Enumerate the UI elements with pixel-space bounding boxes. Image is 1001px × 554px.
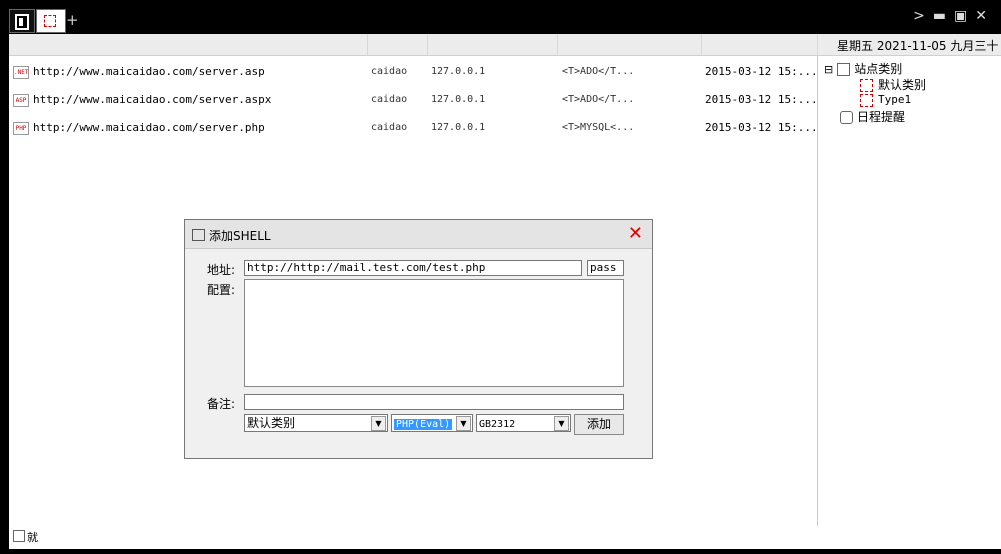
tree-label: 默认类别 xyxy=(878,78,927,92)
current-date: 星期五 2021-11-05 九月三十 xyxy=(837,39,999,53)
row-date: 2015-03-12 15:... xyxy=(705,93,818,106)
header-col-type[interactable] xyxy=(557,34,558,55)
category-select-value: 默认类别 xyxy=(247,416,296,430)
config-textarea[interactable] xyxy=(244,279,624,387)
encoding-select-value: GB2312 xyxy=(479,419,516,430)
add-shell-dialog: 添加SHELL ✕ 地址: http://http://mail.test.co… xyxy=(184,219,653,459)
file-type-icon: ASP xyxy=(13,94,29,107)
chevron-down-icon: ▼ xyxy=(371,416,386,431)
tab-home[interactable] xyxy=(9,9,35,33)
tree-node-type1[interactable]: Type1 xyxy=(860,93,911,107)
status-bar: 就 xyxy=(9,526,1001,549)
row-password: caidao xyxy=(371,94,408,105)
close-window-icon[interactable]: ✕ xyxy=(975,8,995,24)
table-row[interactable]: PHP http://www.maicaidao.com/server.php … xyxy=(9,114,818,142)
row-password: caidao xyxy=(371,122,408,133)
note-input[interactable] xyxy=(244,394,624,410)
address-label: 地址: xyxy=(207,263,236,277)
row-db-type: <T>MYSQL<... xyxy=(562,122,635,133)
category-select[interactable]: 默认类别 ▼ xyxy=(244,414,388,432)
tab-active[interactable] xyxy=(36,9,66,33)
minimize-icon[interactable]: ▬ xyxy=(933,8,954,24)
row-ip: 127.0.0.1 xyxy=(431,94,486,105)
folder-icon xyxy=(837,63,851,76)
tree-label: Type1 xyxy=(878,93,912,106)
dialog-title: 添加SHELL xyxy=(209,229,271,243)
list-header: 星期五 2021-11-05 九月三十 xyxy=(9,34,1001,56)
password-input[interactable]: pass xyxy=(587,260,624,276)
row-url: http://www.maicaidao.com/server.aspx xyxy=(33,93,272,106)
window-icon xyxy=(15,14,29,30)
header-col-password[interactable] xyxy=(367,34,368,55)
tree-node-site-categories[interactable]: ⊟ 站点类别 xyxy=(824,60,902,77)
row-db-type: <T>ADO</T... xyxy=(562,94,635,105)
dialog-titlebar[interactable]: 添加SHELL ✕ xyxy=(185,220,652,249)
row-ip: 127.0.0.1 xyxy=(431,66,486,77)
chevron-down-icon: ▼ xyxy=(554,416,569,431)
header-col-date[interactable] xyxy=(701,34,702,55)
file-type-icon: PHP xyxy=(13,122,29,135)
maximize-icon[interactable]: ▣ xyxy=(954,8,975,24)
window-icon xyxy=(192,229,205,241)
row-db-type: <T>ADO</T... xyxy=(562,66,635,77)
header-col-ip[interactable] xyxy=(427,34,428,55)
script-type-select-value: PHP(Eval) xyxy=(394,419,453,430)
config-label: 配置: xyxy=(207,283,236,297)
address-input[interactable]: http://http://mail.test.com/test.php xyxy=(244,260,582,276)
table-row[interactable]: .NET http://www.maicaidao.com/server.asp… xyxy=(9,58,818,86)
chevron-down-icon: ▼ xyxy=(456,416,471,431)
add-tab-icon[interactable]: + xyxy=(66,11,79,29)
status-icon xyxy=(13,530,25,542)
row-password: caidao xyxy=(371,66,408,77)
tab-bar: + >▬▣✕ xyxy=(0,0,1001,34)
script-type-select[interactable]: PHP(Eval) ▼ xyxy=(391,414,473,432)
file-type-icon: .NET xyxy=(13,66,29,79)
header-col-sidebar xyxy=(817,34,818,55)
window-controls: >▬▣✕ xyxy=(913,8,995,24)
dashed-box-icon xyxy=(44,15,56,27)
row-date: 2015-03-12 15:... xyxy=(705,65,818,78)
dashed-box-icon xyxy=(860,93,873,107)
table-row[interactable]: ASP http://www.maicaidao.com/server.aspx… xyxy=(9,86,818,114)
row-url: http://www.maicaidao.com/server.asp xyxy=(33,65,265,78)
add-button[interactable]: 添加 xyxy=(574,414,624,435)
tree-label: 站点类别 xyxy=(854,62,903,76)
encoding-select[interactable]: GB2312 ▼ xyxy=(476,414,571,432)
tree-node-schedule[interactable]: 日程提醒 xyxy=(840,108,905,125)
close-icon[interactable]: ✕ xyxy=(628,223,643,244)
clock-icon xyxy=(840,111,853,124)
dashed-box-icon xyxy=(860,79,873,92)
status-text: 就 xyxy=(27,531,38,544)
row-ip: 127.0.0.1 xyxy=(431,122,486,133)
note-label: 备注: xyxy=(207,397,236,411)
tree-label: 日程提醒 xyxy=(857,110,906,124)
category-tree: ⊟ 站点类别 默认类别 Type1 日程提醒 xyxy=(817,56,1001,526)
collapse-icon[interactable]: ⊟ xyxy=(824,63,833,76)
row-date: 2015-03-12 15:... xyxy=(705,121,818,134)
chevron-right-icon[interactable]: > xyxy=(913,8,933,24)
row-url: http://www.maicaidao.com/server.php xyxy=(33,121,265,134)
tree-node-default-category[interactable]: 默认类别 xyxy=(860,76,926,93)
